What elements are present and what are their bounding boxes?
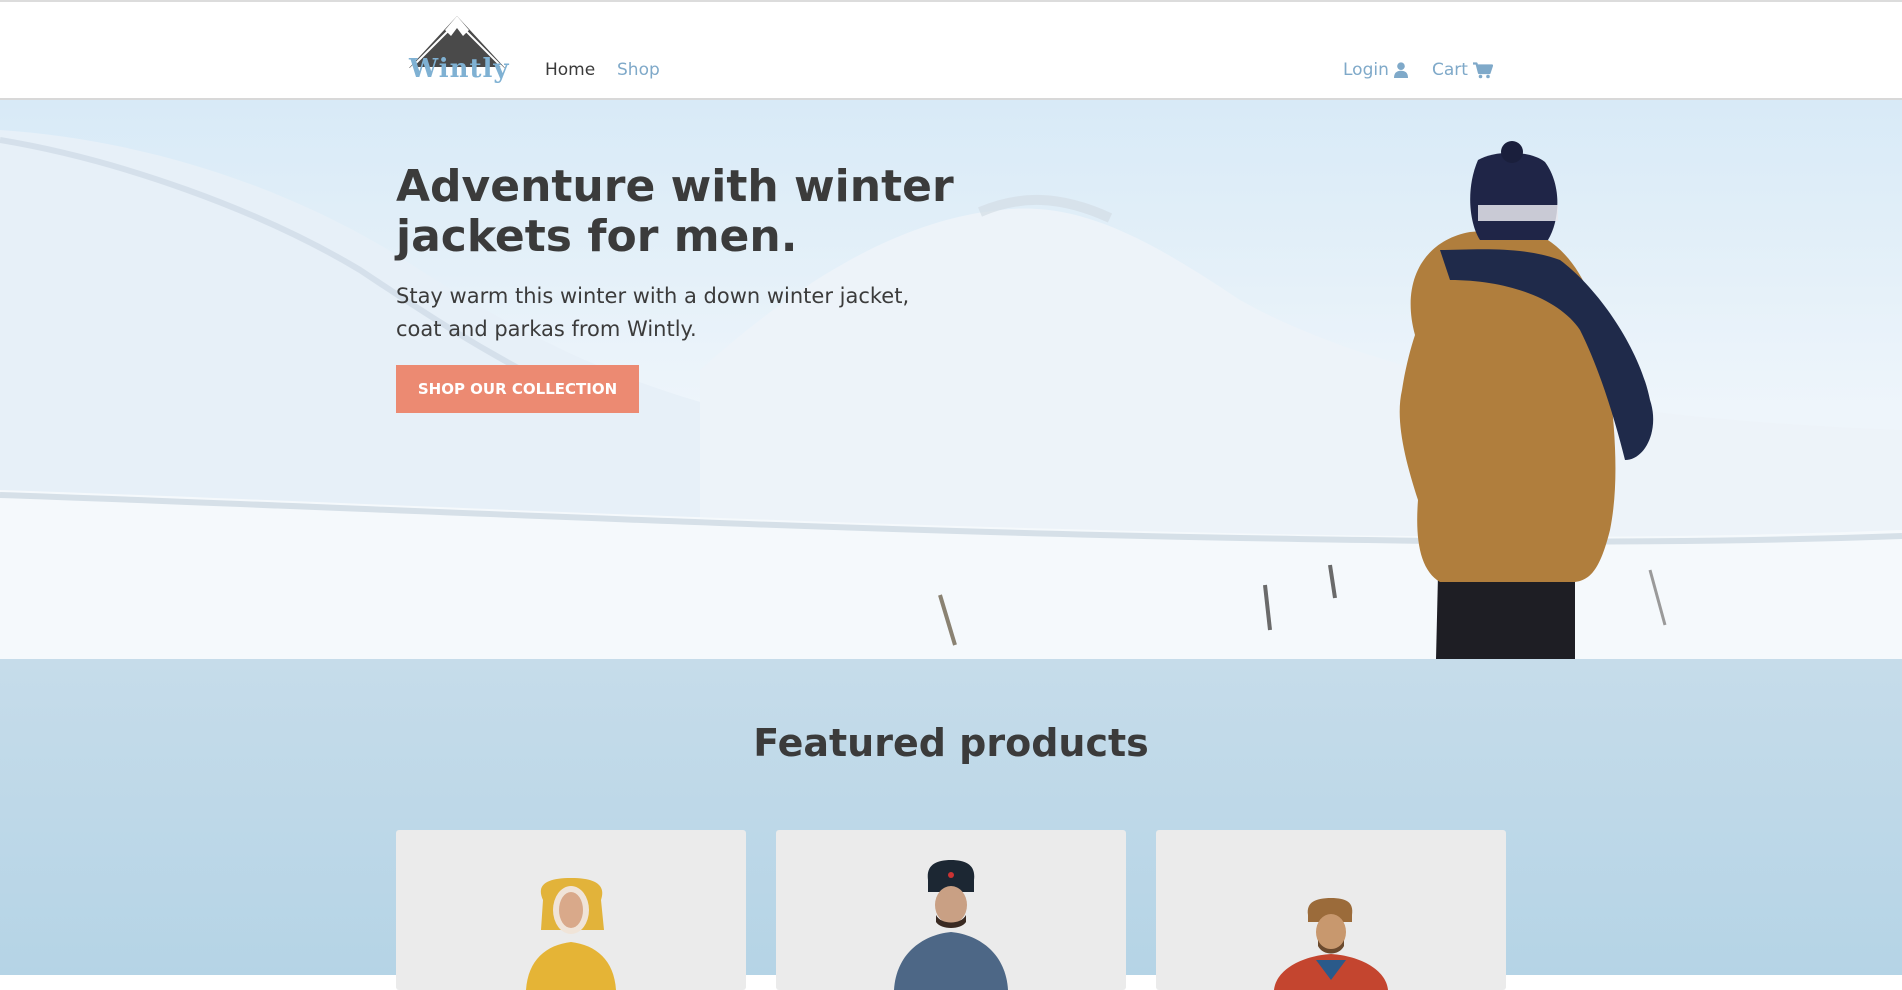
nav-cart-link[interactable]: Cart — [1432, 60, 1493, 80]
featured-products-title: Featured products — [753, 721, 1149, 765]
logo[interactable]: Wintly — [405, 14, 509, 88]
product-card[interactable] — [1156, 830, 1506, 990]
featured-products-section: Featured products — [0, 659, 1902, 990]
product-card[interactable] — [776, 830, 1126, 990]
red-jacket-product-image — [1274, 898, 1388, 990]
login-label: Login — [1343, 60, 1389, 80]
yellow-parka-product-image — [526, 878, 616, 990]
user-icon — [1393, 62, 1408, 78]
hero-subtitle: Stay warm this winter with a down winter… — [396, 284, 910, 341]
shopping-cart-icon — [1472, 61, 1493, 78]
nav-shop-link[interactable]: Shop — [617, 60, 660, 80]
navy-jacket-product-image — [894, 860, 1008, 990]
hero-title: Adventure with winter jackets for men. — [396, 161, 954, 262]
logo-wordmark: Wintly — [409, 54, 510, 84]
product-card[interactable] — [396, 830, 746, 990]
nav-login-link[interactable]: Login — [1343, 60, 1408, 80]
hero-banner: Adventure with winter jackets for men. S… — [0, 100, 1902, 659]
nav-home-link[interactable]: Home — [545, 60, 595, 80]
navbar: Wintly Home Shop Login Cart — [0, 2, 1902, 100]
cart-label: Cart — [1432, 60, 1468, 80]
shop-collection-button[interactable]: SHOP OUR COLLECTION — [396, 365, 639, 413]
